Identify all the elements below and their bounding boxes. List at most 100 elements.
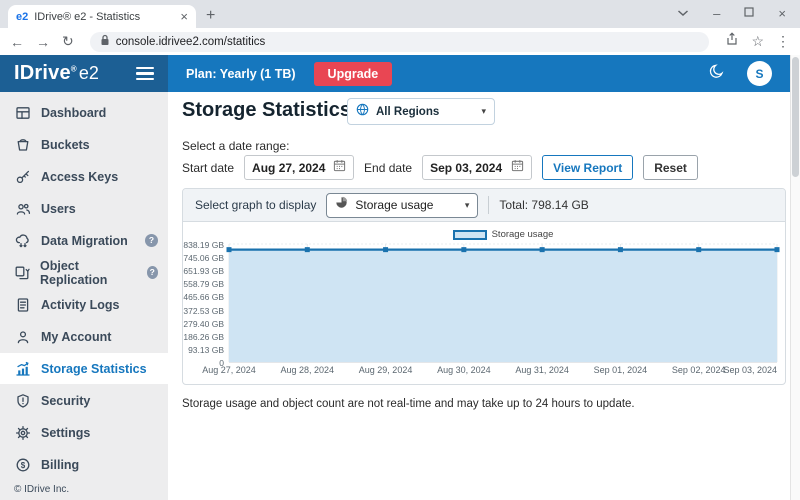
forward-icon[interactable]: → xyxy=(36,34,50,50)
reset-button[interactable]: Reset xyxy=(643,155,698,180)
chevron-down-icon: ▾ xyxy=(464,199,470,210)
graph-panel: Select graph to display Storage usage ▾ … xyxy=(182,188,786,385)
idrive-e2-logo: IDrive® e2 xyxy=(14,62,99,84)
sidebar-item-access-keys[interactable]: Access Keys xyxy=(0,161,168,192)
sidebar-item-label: Object Replication xyxy=(40,258,108,287)
calendar-icon[interactable] xyxy=(511,159,524,177)
maximize-icon[interactable] xyxy=(744,4,755,22)
graph-type-dropdown[interactable]: Storage usage ▾ xyxy=(326,192,479,218)
graph-select-label: Select graph to display xyxy=(195,198,317,212)
end-date-input[interactable]: Sep 03, 2024 xyxy=(422,155,533,180)
pie-chart-icon xyxy=(335,196,348,214)
sidebar-item-label: Users xyxy=(41,201,76,216)
upgrade-button[interactable]: Upgrade xyxy=(313,61,393,86)
dollar-icon: $ xyxy=(14,456,31,473)
sidebar-item-label: Activity Logs xyxy=(41,297,120,312)
gear-icon xyxy=(14,424,31,441)
favicon-e2: e2 xyxy=(16,10,29,23)
url-field[interactable]: console.idrivee2.com/statitics xyxy=(89,31,710,52)
close-icon[interactable]: × xyxy=(778,7,786,20)
chart-x-axis: Aug 27, 2024 Aug 28, 2024 Aug 29, 2024 Aug … xyxy=(202,365,777,375)
sidebar-item-label: Dashboard xyxy=(41,105,107,120)
reload-icon[interactable]: ↻ xyxy=(62,33,74,50)
sidebar-item-label: Data Migration xyxy=(41,233,128,248)
browser-menu-icon[interactable]: ⋮ xyxy=(776,33,790,50)
sidebar-item-security[interactable]: Security xyxy=(0,385,168,416)
divider xyxy=(488,196,490,214)
copyright: © IDrive Inc. xyxy=(14,484,70,495)
graph-type-value: Storage usage xyxy=(355,198,434,212)
app-header: IDrive® e2 Plan: Yearly (1 TB) Upgrade S xyxy=(0,55,790,92)
tab-search-chevron-icon[interactable] xyxy=(677,4,689,22)
start-date-label: Start date xyxy=(182,160,235,175)
help-icon[interactable]: ? xyxy=(145,234,158,247)
globe-icon xyxy=(356,103,369,121)
storage-usage-chart: Storage usage 838.19 GB 745.06 GB 651.93 G… xyxy=(183,222,785,379)
legend-label: Storage usage xyxy=(491,229,554,240)
sidebar-item-my-account[interactable]: My Account xyxy=(0,321,168,352)
lock-icon xyxy=(100,33,110,51)
sidebar-item-billing[interactable]: $ Billing xyxy=(0,449,168,480)
tab-close-icon[interactable]: × xyxy=(180,10,188,23)
legend-swatch xyxy=(452,229,487,240)
page-title: Storage Statistics xyxy=(182,99,351,121)
date-range-row: Start date Aug 27, 2024 End date Sep 03,… xyxy=(182,155,698,180)
share-icon[interactable] xyxy=(725,32,739,51)
address-bar: ← → ↻ console.idrivee2.com/statitics ☆ ⋮ xyxy=(0,28,800,55)
tab-strip: e2 IDrive® e2 - Statistics × + – × xyxy=(0,0,800,28)
sidebar-item-buckets[interactable]: Buckets xyxy=(0,129,168,160)
chart-plot-area[interactable] xyxy=(226,243,780,363)
calendar-icon[interactable] xyxy=(333,159,346,177)
date-range-label: Select a date range: xyxy=(182,139,290,153)
sidebar-item-label: Settings xyxy=(41,425,91,440)
sidebar-item-object-replication[interactable]: Object Replication? xyxy=(0,257,168,288)
main-content: Storage Statistics All Regions ▾ Select … xyxy=(168,92,790,500)
url-text: console.idrivee2.com/statitics xyxy=(115,35,266,48)
sidebar-item-dashboard[interactable]: Dashboard xyxy=(0,97,168,128)
sidebar-item-data-migration[interactable]: Data Migration? xyxy=(0,225,168,256)
sidebar: Dashboard Buckets Access Keys Users Data Mig… xyxy=(0,92,168,500)
users-icon xyxy=(14,200,31,217)
chart-y-axis: 838.19 GB 745.06 GB 651.93 GB 558.79 GB 465.… xyxy=(183,240,224,368)
bar-chart-icon xyxy=(14,360,31,377)
new-tab-button[interactable]: + xyxy=(206,7,215,25)
cloud-migration-icon xyxy=(14,232,31,249)
browser-window: e2 IDrive® e2 - Statistics × + – × ← → ↻… xyxy=(0,0,800,500)
sidebar-item-users[interactable]: Users xyxy=(0,193,168,224)
graph-panel-header: Select graph to display Storage usage ▾ … xyxy=(183,189,785,222)
start-date-input[interactable]: Aug 27, 2024 xyxy=(244,155,355,180)
sidebar-item-label: Buckets xyxy=(41,137,90,152)
region-dropdown[interactable]: All Regions ▾ xyxy=(347,98,495,125)
bookmark-star-icon[interactable]: ☆ xyxy=(751,33,764,50)
view-report-button[interactable]: View Report xyxy=(542,155,634,180)
region-dropdown-value: All Regions xyxy=(376,105,440,118)
back-icon[interactable]: ← xyxy=(10,34,24,50)
user-avatar[interactable]: S xyxy=(747,61,772,86)
person-icon xyxy=(14,328,31,345)
footnote: Storage usage and object count are not r… xyxy=(182,398,635,410)
total-storage-value: Total: 798.14 GB xyxy=(499,198,589,212)
minimize-icon[interactable]: – xyxy=(713,7,720,20)
sidebar-item-label: My Account xyxy=(41,329,112,344)
key-icon xyxy=(14,168,31,185)
sidebar-item-storage-statistics[interactable]: Storage Statistics xyxy=(0,353,168,384)
replication-icon xyxy=(14,264,30,281)
bucket-icon xyxy=(14,136,31,153)
scrollbar-thumb[interactable] xyxy=(792,57,799,177)
sidebar-item-label: Security xyxy=(41,393,91,408)
sidebar-item-label: Storage Statistics xyxy=(41,361,147,376)
document-icon xyxy=(14,296,31,313)
plan-label: Plan: Yearly (1 TB) xyxy=(186,66,296,81)
sidebar-item-label: Billing xyxy=(41,457,80,472)
page-scrollbar[interactable] xyxy=(790,55,800,500)
shield-icon xyxy=(14,392,31,409)
help-icon[interactable]: ? xyxy=(146,266,158,279)
dark-mode-moon-icon[interactable] xyxy=(708,63,725,85)
sidebar-item-settings[interactable]: Settings xyxy=(0,417,168,448)
dashboard-icon xyxy=(14,104,31,121)
chart-legend: Storage usage xyxy=(229,227,777,242)
end-date-label: End date xyxy=(364,160,413,175)
hamburger-menu-icon[interactable] xyxy=(136,66,154,81)
browser-tab[interactable]: e2 IDrive® e2 - Statistics × xyxy=(8,5,196,28)
sidebar-item-activity-logs[interactable]: Activity Logs xyxy=(0,289,168,320)
